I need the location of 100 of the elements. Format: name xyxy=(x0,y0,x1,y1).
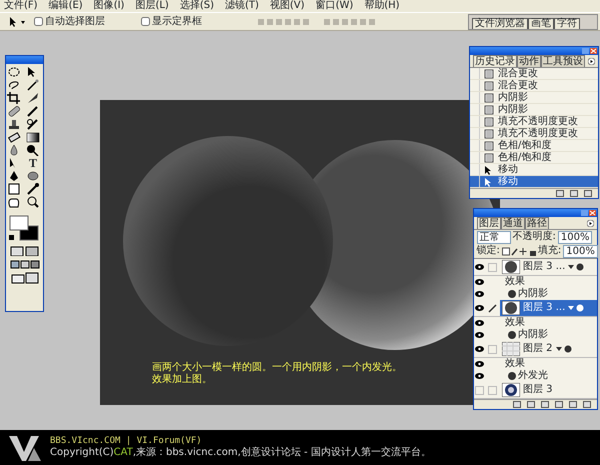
lock-options-icons[interactable] xyxy=(502,246,536,256)
document-icon xyxy=(483,104,495,114)
gradient-icon[interactable] xyxy=(26,131,40,143)
mask-mode-icons[interactable] xyxy=(10,246,40,256)
menu-item[interactable]: 滤镜(T) xyxy=(224,0,259,12)
close-icon[interactable] xyxy=(590,48,597,54)
history-label: 填充不透明度更改 xyxy=(498,128,578,140)
eye-icon[interactable] xyxy=(475,332,484,338)
history-label: 色相/饱和度 xyxy=(498,140,552,152)
zoom-icon[interactable] xyxy=(26,196,40,208)
effects-icon xyxy=(568,263,584,271)
effect-icon xyxy=(508,290,516,298)
type-tool-glyph[interactable]: T xyxy=(26,157,40,169)
history-item[interactable]: 色相/饱和度 xyxy=(470,152,598,164)
stamp-icon[interactable] xyxy=(7,118,21,130)
eye-icon[interactable] xyxy=(475,346,484,352)
blend-mode-dropdown[interactable]: 正常 xyxy=(476,230,510,244)
eye-icon[interactable] xyxy=(475,291,484,297)
dodge-icon[interactable] xyxy=(26,144,40,156)
palette-tab[interactable]: 文件浏览器 xyxy=(472,18,528,29)
document-icon xyxy=(483,152,495,162)
history-item[interactable]: 填充不透明度更改 xyxy=(470,128,598,140)
eye-icon[interactable] xyxy=(475,279,484,285)
history-label: 混合更改 xyxy=(498,80,538,92)
menu-item[interactable]: 帮助(H) xyxy=(364,0,400,12)
history-item[interactable]: 移动 xyxy=(470,164,598,176)
document-icon xyxy=(483,128,495,138)
checkbox[interactable] xyxy=(34,17,43,26)
history-item[interactable]: 内阴影 xyxy=(470,104,598,116)
fill-field[interactable]: 100% xyxy=(563,244,598,258)
history-item[interactable]: 移动 xyxy=(470,176,598,188)
crop-icon[interactable] xyxy=(7,92,21,104)
marquee-icon[interactable] xyxy=(7,66,21,78)
menu-item[interactable]: 视图(V) xyxy=(270,0,305,12)
panel-tab[interactable]: 通道 xyxy=(501,217,525,229)
effect-name: 外发光 xyxy=(518,370,548,382)
layer-thumbnail xyxy=(502,301,520,315)
effect-icon xyxy=(508,331,516,339)
canvas-caption: 效果加上图。 xyxy=(152,374,212,386)
layer-name: 图层 3 ... xyxy=(523,261,566,273)
eye-icon[interactable] xyxy=(475,305,484,311)
panel-tab[interactable]: 历史记录 xyxy=(473,55,517,67)
history-brush-icon[interactable] xyxy=(26,118,40,130)
effect-name: 内阴影 xyxy=(518,329,548,341)
opacity-field[interactable]: 100% xyxy=(558,230,592,244)
slice-icon[interactable] xyxy=(26,92,40,104)
layer-name: 图层 3 ... xyxy=(523,302,566,314)
menu-item[interactable]: 图层(L) xyxy=(135,0,169,12)
panel-tab[interactable]: 工具预设 xyxy=(541,55,585,67)
bandage-icon[interactable] xyxy=(7,105,21,117)
canvas-caption: 画两个大小一模一样的圆。一个用内阴影，一个内发光。 xyxy=(152,362,402,374)
menu-item[interactable]: 编辑(E) xyxy=(48,0,83,12)
toolbox-title-bar xyxy=(6,56,43,64)
copyright-text: Copyright(C)CAT,来源：bbs.vicnc.com,创意设计论坛 - 国内设计人第一交流平台。 xyxy=(50,446,431,459)
effects-label: 效果 xyxy=(505,317,525,328)
history-label: 色相/饱和度 xyxy=(498,152,552,164)
fill-label: 填充: xyxy=(538,245,562,257)
eye-icon[interactable] xyxy=(475,361,484,367)
lasso-icon[interactable] xyxy=(7,79,21,91)
eye-icon[interactable] xyxy=(475,320,484,326)
history-item[interactable]: 填充不透明度更改 xyxy=(470,116,598,128)
effects-label: 效果 xyxy=(505,276,525,288)
panel-tab[interactable]: 动作 xyxy=(517,55,541,67)
panel-menu-icon[interactable] xyxy=(587,220,594,227)
document-icon xyxy=(483,140,495,150)
history-label: 内阴影 xyxy=(498,104,528,116)
menu-item[interactable]: 选择(S) xyxy=(180,0,214,12)
close-icon[interactable] xyxy=(589,210,596,216)
history-item[interactable]: 色相/饱和度 xyxy=(470,140,598,152)
history-label: 移动 xyxy=(498,176,518,188)
history-item[interactable]: 混合更改 xyxy=(470,68,598,80)
checkbox[interactable] xyxy=(141,17,150,26)
layer-item[interactable]: 图层 3 ... xyxy=(500,300,597,316)
eye-icon[interactable] xyxy=(475,264,484,270)
brush-icon[interactable] xyxy=(26,105,40,117)
color-swatches-icon[interactable] xyxy=(8,214,42,242)
palette-tab[interactable]: 字符 xyxy=(554,18,580,29)
panel-tab[interactable]: 图层 xyxy=(477,217,501,229)
jump-to-icon[interactable] xyxy=(10,272,40,284)
document-icon xyxy=(483,80,495,90)
palette-tab[interactable]: 画笔 xyxy=(528,18,554,29)
menu-item[interactable]: 图像(I) xyxy=(94,0,124,12)
panel-tab[interactable]: 路径 xyxy=(525,217,549,229)
forum-link[interactable]: BBS.VIcnc.COM | VI.Forum(VF) xyxy=(50,436,431,447)
history-item[interactable]: 内阴影 xyxy=(470,92,598,104)
history-item[interactable]: 混合更改 xyxy=(470,80,598,92)
history-label: 填充不透明度更改 xyxy=(498,116,578,128)
eye-icon[interactable] xyxy=(475,373,484,379)
layer-thumbnail xyxy=(502,260,520,274)
screen-mode-icons[interactable] xyxy=(10,259,40,269)
wand-icon[interactable] xyxy=(26,79,40,91)
eraser-icon[interactable] xyxy=(7,131,21,143)
brush-icon xyxy=(488,304,497,312)
eyedropper-icon[interactable] xyxy=(26,183,40,195)
history-label: 内阴影 xyxy=(498,92,528,104)
panel-menu-icon[interactable] xyxy=(588,58,595,65)
ellipse-shape-icon[interactable] xyxy=(26,170,40,182)
pen-icon[interactable] xyxy=(7,170,21,182)
move-tool-icon[interactable] xyxy=(8,16,28,28)
layer-name: 图层 2 xyxy=(523,343,553,355)
